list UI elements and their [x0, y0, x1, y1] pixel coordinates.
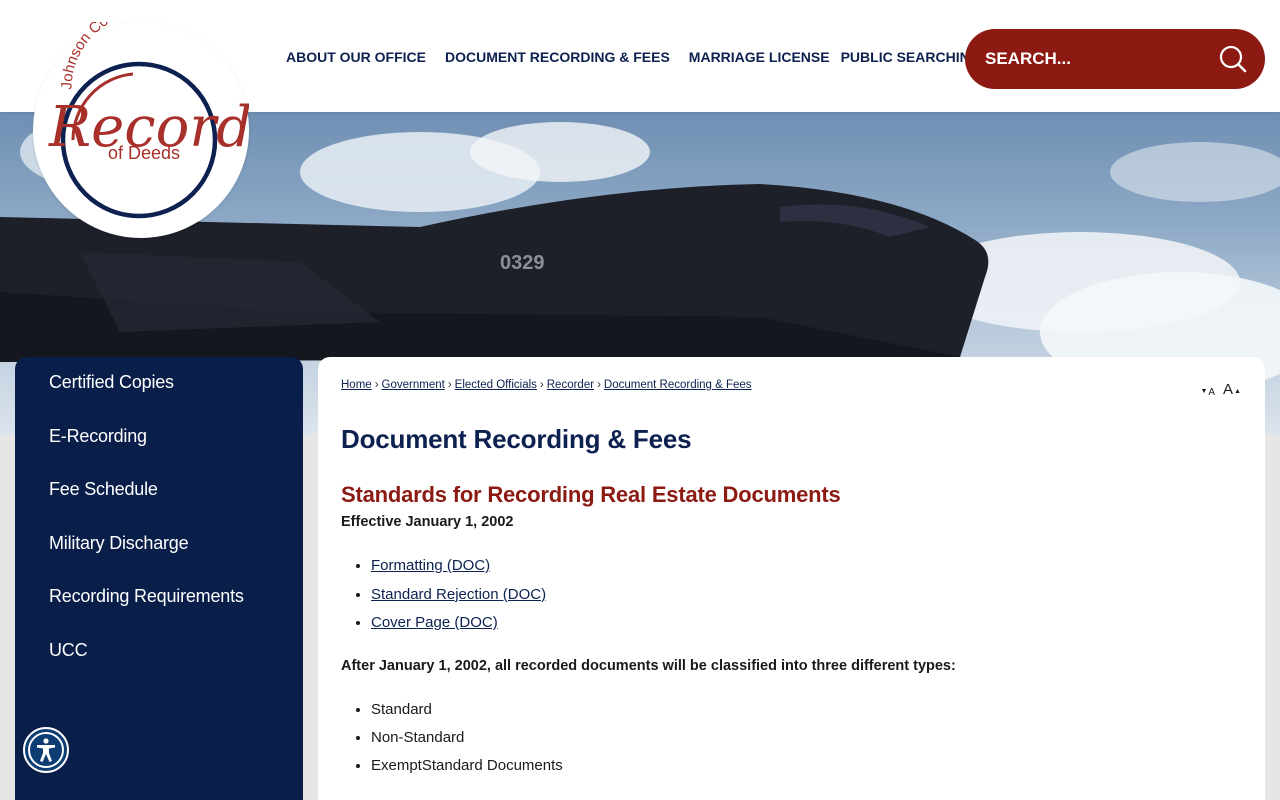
breadcrumb: Home › Government › Elected Officials › Record… — [341, 379, 1242, 391]
list-item: Cover Page (DOC) — [371, 609, 1242, 638]
list-item: Standard Rejection (DOC) — [371, 581, 1242, 610]
list-item: Formatting (DOC) — [371, 552, 1242, 581]
nav-document-recording-fees[interactable]: DOCUMENT RECORDING & FEES — [445, 49, 670, 65]
sidebar-item-recording-requirements[interactable]: Recording Requirements — [15, 581, 303, 635]
nav-marriage-license[interactable]: MARRIAGE LICENSE — [689, 49, 830, 65]
breadcrumb-home[interactable]: Home — [341, 379, 372, 391]
search-bar — [965, 29, 1265, 89]
breadcrumb-separator: › — [597, 379, 601, 391]
standard-rejection-doc-link[interactable]: Standard Rejection (DOC) — [371, 586, 546, 603]
effective-date: Effective January 1, 2002 — [341, 514, 514, 530]
classification-paragraph: After January 1, 2002, all recorded docu… — [341, 657, 956, 674]
nav-about-our-office[interactable]: ABOUT OUR OFFICE — [286, 49, 426, 65]
sidebar-item-certified-copies[interactable]: Certified Copies — [15, 367, 303, 421]
breadcrumb-separator: › — [447, 379, 452, 391]
list-item: Non-Standard — [371, 724, 1242, 752]
cover-page-doc-link[interactable]: Cover Page (DOC) — [371, 614, 498, 631]
sidebar-item-e-recording[interactable]: E-Recording — [15, 421, 303, 475]
sidebar-item-fee-schedule[interactable]: Fee Schedule — [15, 474, 303, 528]
formatting-doc-link[interactable]: Formatting (DOC) — [371, 557, 490, 574]
recorder-of-deeds-logo[interactable]: Johnson County MO Recorder of Deeds — [33, 0, 315, 238]
breadcrumb-separator: › — [539, 379, 544, 391]
increase-font-button[interactable]: A ▲ — [1223, 381, 1242, 398]
accessibility-icon[interactable] — [23, 727, 69, 773]
nav-public-searching[interactable]: PUBLIC SEARCHING — [841, 49, 981, 65]
section-title: Standards for Recording Real Estate Docu… — [341, 482, 841, 507]
search-input[interactable] — [985, 49, 1205, 69]
increase-font-label: A — [1223, 381, 1234, 398]
logo-sub-text: of Deeds — [108, 143, 180, 163]
breadcrumb-separator: › — [374, 379, 379, 391]
search-icon[interactable] — [1217, 43, 1249, 75]
list-item: ExemptStandard Documents — [371, 752, 1242, 780]
list-item: Standard — [371, 696, 1242, 724]
decrease-font-label: A — [1208, 387, 1216, 398]
aircraft-marking: 0329 — [500, 252, 545, 274]
page-title: Document Recording & Fees — [341, 424, 692, 454]
breadcrumb-document-recording-fees[interactable]: Document Recording & Fees — [604, 379, 752, 391]
breadcrumb-elected-officials[interactable]: Elected Officials — [455, 379, 537, 391]
triangle-up-icon: ▲ — [1234, 388, 1241, 395]
sidebar-item-military-discharge[interactable]: Military Discharge — [15, 528, 303, 582]
document-types-list: Standard Non-Standard ExemptStandard Doc… — [371, 696, 1242, 780]
font-size-controls: ▼ A A ▲ — [1199, 381, 1242, 398]
document-links-list: Formatting (DOC) Standard Rejection (DOC… — [371, 552, 1242, 638]
main-nav: ABOUT OUR OFFICE DOCUMENT RECORDING & FE… — [286, 49, 981, 65]
breadcrumb-recorder[interactable]: Recorder — [547, 379, 594, 391]
decrease-font-button[interactable]: ▼ A — [1199, 387, 1215, 398]
main-content: Home › Government › Elected Officials › Record… — [318, 357, 1265, 800]
sidebar-item-ucc[interactable]: UCC — [15, 635, 303, 689]
triangle-down-icon: ▼ — [1200, 388, 1208, 395]
breadcrumb-government[interactable]: Government — [382, 379, 445, 391]
